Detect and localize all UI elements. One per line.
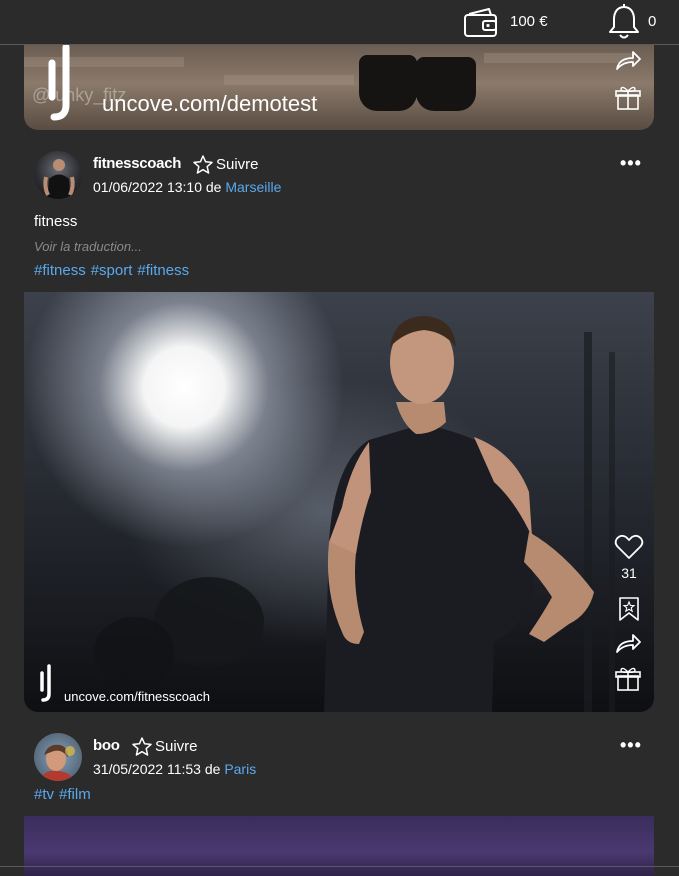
star-icon: [193, 155, 213, 174]
follow-button[interactable]: Suivre: [132, 737, 198, 756]
watermark-text: uncove.com/demotest: [102, 91, 318, 116]
hashtag[interactable]: #film: [59, 786, 91, 803]
photo-illustration: [94, 316, 615, 712]
post-date: 31/05/2022 11:53: [93, 761, 201, 777]
post-media[interactable]: @funky_fitz uncove.com/demotest: [24, 45, 654, 130]
post-caption: fitness: [34, 213, 78, 230]
hashtag[interactable]: #fitness: [137, 262, 189, 279]
post-tags: #tv #film: [34, 786, 96, 803]
background-brick: [224, 75, 354, 85]
post-location[interactable]: Paris: [224, 761, 256, 777]
post-datetime: 01/06/2022 13:10 de Marseille: [93, 179, 281, 195]
follow-label: Suivre: [216, 156, 259, 173]
bottom-divider: [0, 866, 679, 867]
boot-shape: [359, 55, 417, 111]
star-icon: [132, 737, 152, 756]
wallet-balance: 100 €: [510, 13, 548, 30]
gift-icon[interactable]: [615, 666, 641, 692]
gift-icon[interactable]: [615, 85, 641, 111]
translate-link[interactable]: Voir la traduction...: [34, 239, 142, 254]
more-icon[interactable]: •••: [620, 153, 642, 174]
uncove-logo-icon: [36, 664, 54, 707]
follow-label: Suivre: [155, 738, 198, 755]
follow-button[interactable]: Suivre: [193, 155, 259, 174]
share-icon[interactable]: [615, 632, 641, 654]
avatar[interactable]: [34, 733, 82, 781]
notification-count: 0: [648, 13, 657, 30]
top-bar: 100 € 0: [0, 0, 679, 45]
post-username[interactable]: boo: [93, 737, 120, 754]
post-location[interactable]: Marseille: [225, 179, 281, 195]
hashtag[interactable]: #sport: [91, 262, 133, 279]
watermark-text: uncove.com/fitnesscoach: [64, 689, 210, 704]
heart-icon[interactable]: [614, 534, 644, 560]
share-icon[interactable]: [615, 49, 641, 71]
background-brick: [484, 53, 634, 63]
boot-shape: [416, 57, 476, 111]
hashtag[interactable]: #tv: [34, 786, 54, 803]
more-icon[interactable]: •••: [620, 735, 642, 756]
post-tags: #fitness #sport #fitness: [34, 262, 194, 279]
post-date: 01/06/2022 13:10: [93, 179, 202, 195]
bell-icon[interactable]: [607, 3, 641, 41]
post-media[interactable]: [24, 816, 654, 876]
hashtag[interactable]: #fitness: [34, 262, 86, 279]
wallet-icon[interactable]: [463, 6, 499, 38]
like-count: 31: [621, 565, 637, 581]
from-word: de: [204, 761, 221, 777]
uncove-logo-icon: [42, 45, 76, 126]
avatar[interactable]: [34, 151, 82, 199]
bookmark-icon[interactable]: [618, 596, 640, 622]
post-datetime: 31/05/2022 11:53 de Paris: [93, 761, 256, 777]
post-media[interactable]: uncove.com/fitnesscoach 31: [24, 292, 654, 712]
from-word: de: [205, 179, 222, 195]
post-username[interactable]: fitnesscoach: [93, 155, 181, 172]
